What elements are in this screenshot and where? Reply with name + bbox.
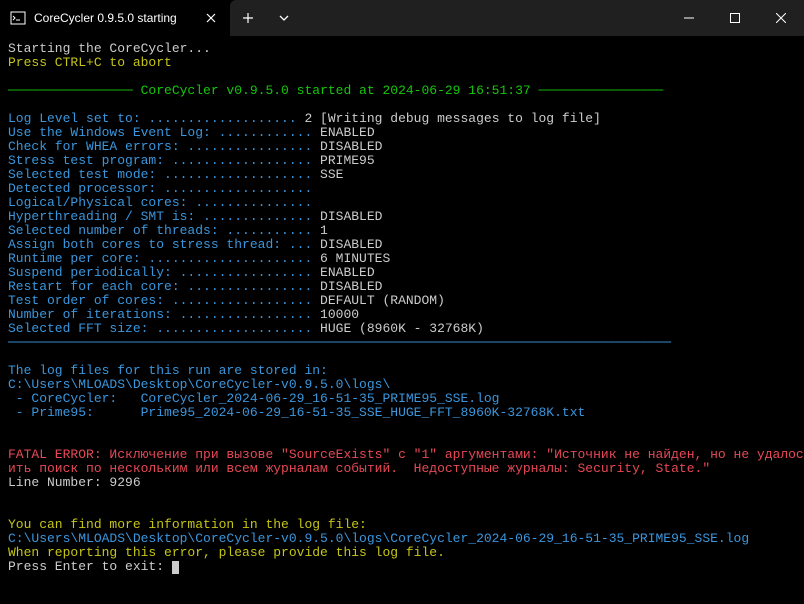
terminal-line: The log files for this run are stored in… bbox=[8, 363, 328, 378]
close-button[interactable] bbox=[758, 0, 804, 36]
terminal-line: ────────────────────────────────────────… bbox=[8, 335, 671, 350]
titlebar: CoreCycler 0.9.5.0 starting bbox=[0, 0, 804, 36]
terminal-line: Assign both cores to stress thread: ... bbox=[8, 237, 312, 252]
terminal-value: SSE bbox=[312, 167, 343, 182]
terminal-line: Restart for each core: ................ bbox=[8, 279, 312, 294]
window-controls bbox=[666, 0, 804, 36]
terminal-value: 10000 bbox=[312, 307, 359, 322]
maximize-button[interactable] bbox=[712, 0, 758, 36]
terminal-value: PRIME95 bbox=[312, 153, 374, 168]
terminal-error-line: ить поиск по нескольким или всем журнала… bbox=[8, 461, 710, 476]
terminal-line: Suspend periodically: ................. bbox=[8, 265, 312, 280]
terminal-error-line: FATAL ERROR: Исключение при вызове "Sour… bbox=[8, 447, 804, 462]
terminal-line: Hyperthreading / SMT is: .............. bbox=[8, 209, 312, 224]
terminal-value: DISABLED bbox=[312, 209, 382, 224]
terminal-line: Check for WHEA errors: ................ bbox=[8, 139, 312, 154]
terminal-value: DEFAULT (RANDOM) bbox=[312, 293, 445, 308]
terminal-line: Selected test mode: ................... bbox=[8, 167, 312, 182]
terminal-value: 1 bbox=[312, 223, 328, 238]
terminal-icon bbox=[10, 10, 26, 26]
terminal-line: Line Number: 9296 bbox=[8, 475, 141, 490]
tab-active[interactable]: CoreCycler 0.9.5.0 starting bbox=[0, 0, 230, 36]
terminal-line: Detected processor: ................... bbox=[8, 181, 312, 196]
cursor-icon bbox=[172, 561, 179, 574]
terminal-line: You can find more information in the log… bbox=[8, 517, 367, 532]
terminal-line: Starting the CoreCycler... bbox=[8, 41, 211, 56]
terminal-line: C:\Users\MLOADS\Desktop\CoreCycler-v0.9.… bbox=[8, 531, 749, 546]
terminal-value: DISABLED bbox=[312, 139, 382, 154]
terminal-value: DISABLED bbox=[312, 279, 382, 294]
terminal-line: Log Level set to: ................... bbox=[8, 111, 297, 126]
terminal-line: Runtime per core: ..................... bbox=[8, 251, 312, 266]
terminal-value: 2 [Writing debug messages to log file] bbox=[297, 111, 601, 126]
terminal-line: - Prime95: Prime95_2024-06-29_16-51-35_S… bbox=[8, 405, 585, 420]
terminal-line: Logical/Physical cores: ............... bbox=[8, 195, 312, 210]
minimize-button[interactable] bbox=[666, 0, 712, 36]
terminal-line: Press CTRL+C to abort bbox=[8, 55, 172, 70]
terminal-value: ENABLED bbox=[312, 265, 374, 280]
terminal-line: C:\Users\MLOADS\Desktop\CoreCycler-v0.9.… bbox=[8, 377, 390, 392]
tabbar bbox=[230, 0, 666, 36]
terminal-line: Test order of cores: .................. bbox=[8, 293, 312, 308]
terminal-line: Selected FFT size: .................... bbox=[8, 321, 312, 336]
terminal-line: - CoreCycler: CoreCycler_2024-06-29_16-5… bbox=[8, 391, 499, 406]
terminal-line: Number of iterations: ................. bbox=[8, 307, 312, 322]
tab-title: CoreCycler 0.9.5.0 starting bbox=[34, 11, 194, 25]
terminal-line: ──────────────── CoreCycler v0.9.5.0 sta… bbox=[8, 83, 663, 98]
tab-close-button[interactable] bbox=[202, 9, 220, 27]
new-tab-button[interactable] bbox=[230, 0, 266, 36]
terminal-value: ENABLED bbox=[312, 125, 374, 140]
tab-dropdown-button[interactable] bbox=[266, 0, 302, 36]
terminal-line: Use the Windows Event Log: ............ bbox=[8, 125, 312, 140]
terminal-line: When reporting this error, please provid… bbox=[8, 545, 445, 560]
terminal-line: Stress test program: .................. bbox=[8, 153, 312, 168]
terminal-output[interactable]: Starting the CoreCycler... Press CTRL+C … bbox=[0, 36, 804, 604]
terminal-prompt: Press Enter to exit: bbox=[8, 559, 172, 574]
terminal-value: DISABLED bbox=[312, 237, 382, 252]
terminal-value: 6 MINUTES bbox=[312, 251, 390, 266]
terminal-value: HUGE (8960K - 32768K) bbox=[312, 321, 484, 336]
terminal-line: Selected number of threads: ........... bbox=[8, 223, 312, 238]
